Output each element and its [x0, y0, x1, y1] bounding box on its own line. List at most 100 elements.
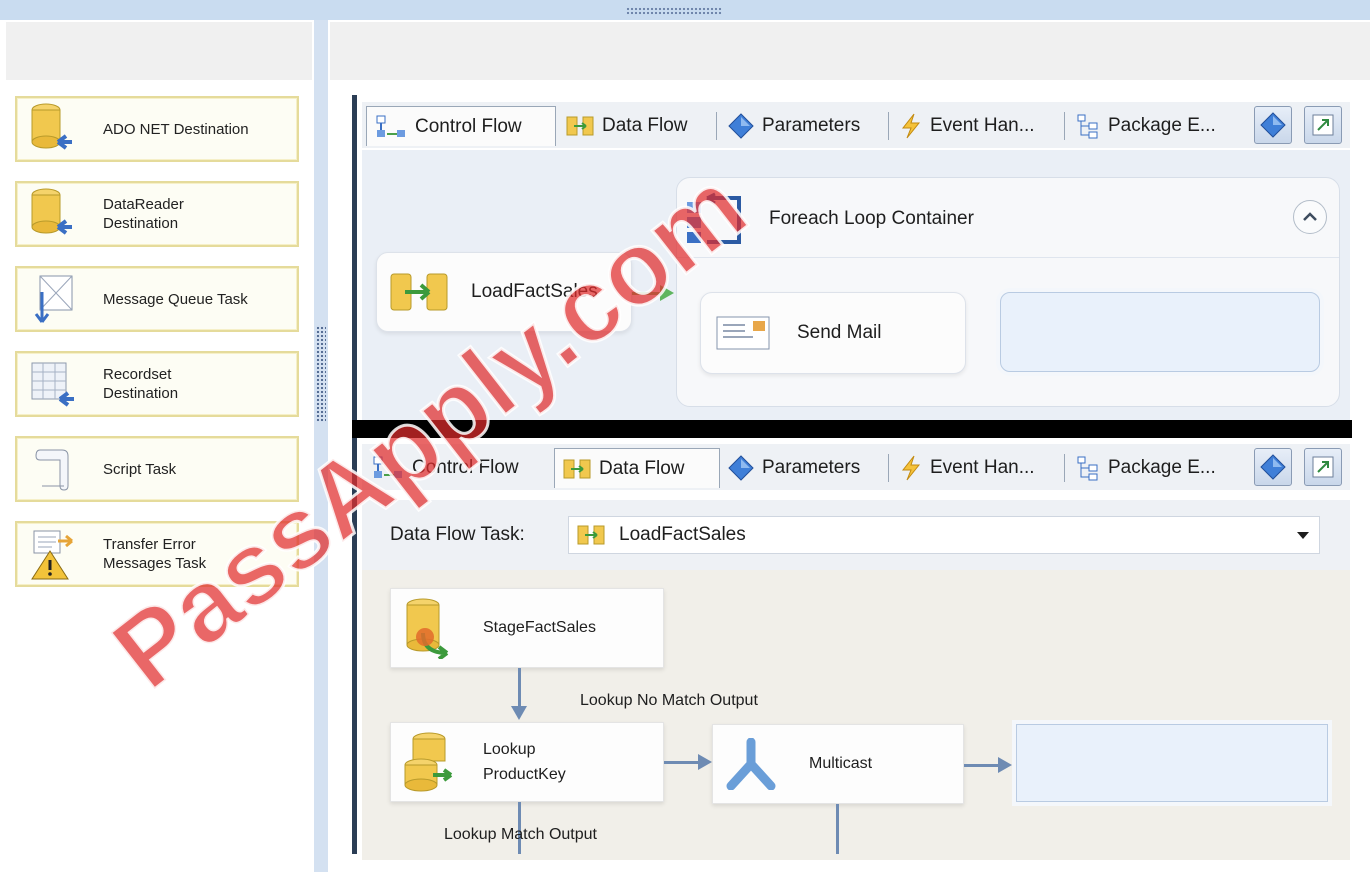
toolbox-item-label: Transfer Error Messages Task — [103, 536, 207, 572]
zoom-toolbar-button[interactable] — [1304, 448, 1342, 486]
data-path-connector[interactable] — [664, 761, 700, 764]
designer-border-bottom — [352, 438, 357, 854]
toolbox-item-script-task[interactable]: Script Task — [15, 436, 299, 502]
zoom-toolbar-button[interactable] — [1304, 106, 1342, 144]
splitter-grip-top[interactable] — [626, 7, 722, 15]
tab-label: Event Han... — [930, 457, 1035, 478]
control-flow-icon — [375, 114, 407, 140]
toolbox-item-transfer-error-messages-task[interactable]: Transfer Error Messages Task — [15, 521, 299, 587]
data-path-arrowhead — [698, 754, 712, 770]
data-flow-task-icon — [389, 270, 449, 314]
tab-label: Control Flow — [415, 115, 522, 137]
precedence-arrowhead — [660, 285, 674, 301]
control-flow-icon — [372, 455, 404, 481]
tab-label: Parameters — [762, 457, 861, 478]
send-mail-icon — [715, 313, 771, 353]
tab-label: Package E... — [1108, 457, 1216, 478]
tab-event-handlers[interactable]: Event Han... — [900, 106, 1035, 146]
tab-control-flow[interactable]: Control Flow — [366, 106, 556, 146]
tab-label: Control Flow — [412, 457, 519, 478]
designer-tabbar-data-flow: Control Flow Data Flow Parameters Event … — [362, 444, 1350, 490]
data-path-arrowhead — [511, 706, 527, 720]
toolbox-item-label: Script Task — [103, 460, 177, 478]
lookup-match-label: Lookup Match Output — [444, 826, 597, 843]
data-flow-icon — [563, 458, 591, 480]
toolbox-item-recordset-destination[interactable]: Recordset Destination — [15, 351, 299, 417]
tab-label: Data Flow — [602, 115, 688, 136]
designer-border-top — [352, 95, 357, 425]
package-tree-icon — [1076, 455, 1100, 481]
tab-data-flow[interactable]: Data Flow — [554, 448, 720, 488]
tab-parameters[interactable]: Parameters — [728, 106, 860, 146]
tab-separator — [888, 112, 889, 140]
ole-db-source-icon — [403, 597, 453, 659]
tab-package-explorer[interactable]: Package E... — [1076, 106, 1216, 146]
recordset-destination-icon — [23, 355, 81, 413]
tab-separator — [888, 454, 889, 482]
data-flow-task-value: LoadFactSales — [619, 524, 746, 545]
component-stage-fact-sales[interactable]: StageFactSales — [390, 588, 664, 668]
tab-label: Data Flow — [599, 457, 685, 479]
splitter-grip-side[interactable] — [316, 326, 326, 422]
component-label: StageFactSales — [483, 619, 596, 636]
tab-control-flow[interactable]: Control Flow — [372, 448, 519, 488]
data-path-connector[interactable] — [964, 764, 1000, 767]
zoom-icon — [1312, 456, 1334, 478]
toolbox-item-message-queue-task[interactable]: Message Queue Task — [15, 266, 299, 332]
diamond-toolbar-button[interactable] — [1254, 106, 1292, 144]
lookup-icon — [403, 731, 455, 793]
tab-data-flow[interactable]: Data Flow — [562, 106, 688, 146]
tab-label: Event Han... — [930, 115, 1035, 136]
foreach-loop-icon — [685, 192, 743, 253]
tab-event-handlers[interactable]: Event Han... — [900, 448, 1035, 488]
chevron-up-icon — [1303, 212, 1317, 221]
toolbox-item-label: ADO NET Destination — [103, 120, 249, 138]
view-divider — [352, 420, 1352, 438]
container-title: Foreach Loop Container — [769, 208, 974, 229]
parameters-icon — [728, 113, 754, 139]
message-queue-icon — [23, 270, 81, 328]
empty-task-placeholder[interactable] — [1000, 292, 1320, 372]
tab-separator — [1064, 112, 1065, 140]
data-path-connector[interactable] — [518, 668, 521, 708]
toolbox-item-datareader-destination[interactable]: DataReader Destination — [15, 181, 299, 247]
component-label: Multicast — [809, 755, 873, 772]
diamond-toolbar-button[interactable] — [1254, 448, 1292, 486]
tab-package-explorer[interactable]: Package E... — [1076, 448, 1216, 488]
data-path-connector[interactable] — [836, 804, 839, 854]
diamond-icon — [1260, 112, 1286, 138]
lightning-icon — [900, 113, 922, 139]
task-label: Send Mail — [797, 322, 882, 343]
toolbox-item-ado-net-destination[interactable]: ADO NET Destination — [15, 96, 299, 162]
component-lookup-product-key[interactable]: Lookup ProductKey — [390, 722, 664, 802]
task-send-mail[interactable]: Send Mail — [700, 292, 966, 374]
tab-separator — [716, 112, 717, 140]
component-multicast[interactable]: Multicast — [712, 724, 964, 804]
data-flow-icon — [566, 115, 594, 137]
multicast-icon — [723, 738, 779, 790]
lightning-icon — [900, 455, 922, 481]
task-label: LoadFactSales — [471, 281, 598, 302]
vertical-splitter[interactable] — [314, 20, 328, 872]
transfer-error-icon — [23, 525, 81, 583]
toolbox-header — [6, 22, 312, 80]
lookup-no-match-label: Lookup No Match Output — [580, 692, 758, 709]
data-flow-task-select[interactable]: LoadFactSales — [568, 516, 1320, 554]
diamond-icon — [1260, 454, 1286, 480]
zoom-icon — [1312, 114, 1334, 136]
tab-label: Package E... — [1108, 115, 1216, 136]
tab-label: Parameters — [762, 115, 861, 136]
task-load-fact-sales[interactable]: LoadFactSales — [376, 252, 632, 332]
datareader-destination-icon — [23, 185, 81, 243]
data-path-arrowhead — [998, 757, 1012, 773]
container-header: Foreach Loop Container — [677, 178, 1339, 258]
component-label: Lookup ProductKey — [483, 741, 566, 783]
precedence-connector[interactable] — [632, 292, 662, 295]
empty-component-placeholder[interactable] — [1016, 724, 1328, 802]
designer-tabbar-control-flow: Control Flow Data Flow Parameters Event … — [362, 102, 1350, 148]
toolbox-item-label: Message Queue Task — [103, 290, 248, 308]
tab-parameters[interactable]: Parameters — [728, 448, 860, 488]
tab-separator — [1064, 454, 1065, 482]
package-tree-icon — [1076, 113, 1100, 139]
collapse-button[interactable] — [1293, 200, 1327, 234]
